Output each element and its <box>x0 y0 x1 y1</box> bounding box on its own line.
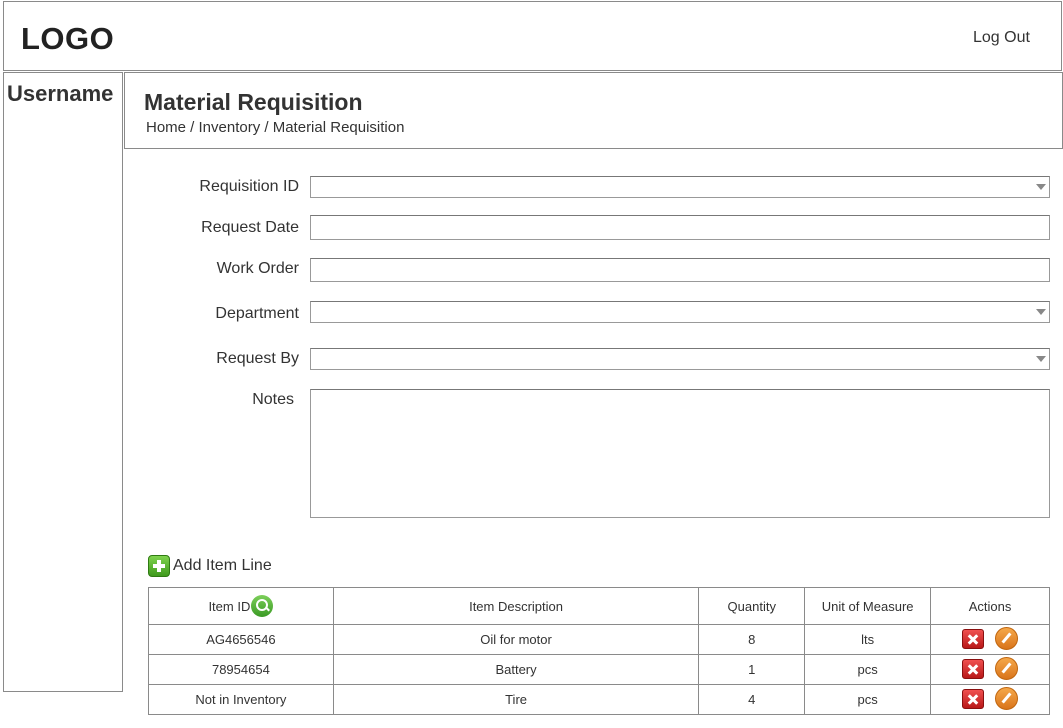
work-order-label: Work Order <box>216 260 299 277</box>
edit-icon[interactable] <box>995 687 1019 711</box>
cell-actions <box>930 684 1050 715</box>
title-bar: Material Requisition Home / Inventory / … <box>124 72 1063 149</box>
cell-quantity: 8 <box>698 624 806 655</box>
delete-icon[interactable] <box>962 688 985 709</box>
notes-label: Notes <box>252 391 294 408</box>
requisition-id-label: Requisition ID <box>199 178 299 195</box>
department-label: Department <box>215 305 299 322</box>
cell-actions <box>930 624 1050 655</box>
cell-unit-of-measure: pcs <box>804 684 932 715</box>
cell-quantity: 1 <box>698 654 806 685</box>
column-header-item-description: Item Description <box>332 587 700 625</box>
cell-item-id: Not in Inventory <box>148 684 334 715</box>
logout-link[interactable]: Log Out <box>973 29 1030 47</box>
cell-item-description: Oil for motor <box>332 624 700 655</box>
column-header-quantity: Quantity <box>698 587 806 625</box>
edit-icon[interactable] <box>995 627 1019 651</box>
table-row: AG4656546 Oil for motor 8 lts <box>148 624 1050 655</box>
request-date-field[interactable] <box>310 215 1050 240</box>
add-item-line-button[interactable]: Add Item Line <box>148 555 272 577</box>
delete-icon[interactable] <box>962 658 985 679</box>
notes-textarea[interactable] <box>310 389 1050 518</box>
cell-item-id: 78954654 <box>148 654 334 685</box>
search-icon[interactable] <box>251 595 274 617</box>
breadcrumb: Home / Inventory / Material Requisition <box>146 119 405 136</box>
username: Username <box>7 81 114 106</box>
cell-item-description: Battery <box>332 654 700 685</box>
cell-quantity: 4 <box>698 684 806 715</box>
delete-icon[interactable] <box>962 628 985 649</box>
header: LOGO Log Out <box>3 1 1062 71</box>
column-header-label: Item ID <box>208 598 251 614</box>
work-order-field[interactable] <box>310 258 1050 282</box>
table-row: 78954654 Battery 1 pcs <box>148 654 1050 685</box>
request-date-label: Request Date <box>201 219 299 236</box>
chevron-down-icon[interactable] <box>1036 184 1046 190</box>
column-header-item-id: Item ID <box>148 587 334 625</box>
page: LOGO Log Out Username Material Requisiti… <box>0 0 1063 728</box>
table-row: Not in Inventory Tire 4 pcs <box>148 684 1050 715</box>
chevron-down-icon[interactable] <box>1036 309 1046 315</box>
department-select[interactable] <box>310 301 1050 323</box>
items-table: Item ID Item Description Quantity Unit o… <box>148 587 1050 715</box>
sidebar: Username <box>3 72 123 692</box>
cell-item-id: AG4656546 <box>148 624 334 655</box>
requisition-id-select[interactable] <box>310 176 1050 198</box>
logo: LOGO <box>21 21 115 56</box>
table-header-row: Item ID Item Description Quantity Unit o… <box>148 587 1050 625</box>
cell-unit-of-measure: lts <box>804 624 932 655</box>
page-title: Material Requisition <box>144 89 363 115</box>
chevron-down-icon[interactable] <box>1036 356 1046 362</box>
add-item-line-label: Add Item Line <box>173 557 272 574</box>
column-header-unit-of-measure: Unit of Measure <box>804 587 932 625</box>
edit-icon[interactable] <box>995 657 1019 681</box>
request-by-select[interactable] <box>310 348 1050 370</box>
cell-unit-of-measure: pcs <box>804 654 932 685</box>
cell-actions <box>930 654 1050 685</box>
cell-item-description: Tire <box>332 684 700 715</box>
plus-icon[interactable] <box>148 555 170 577</box>
request-by-label: Request By <box>216 350 299 367</box>
column-header-actions: Actions <box>930 587 1050 625</box>
